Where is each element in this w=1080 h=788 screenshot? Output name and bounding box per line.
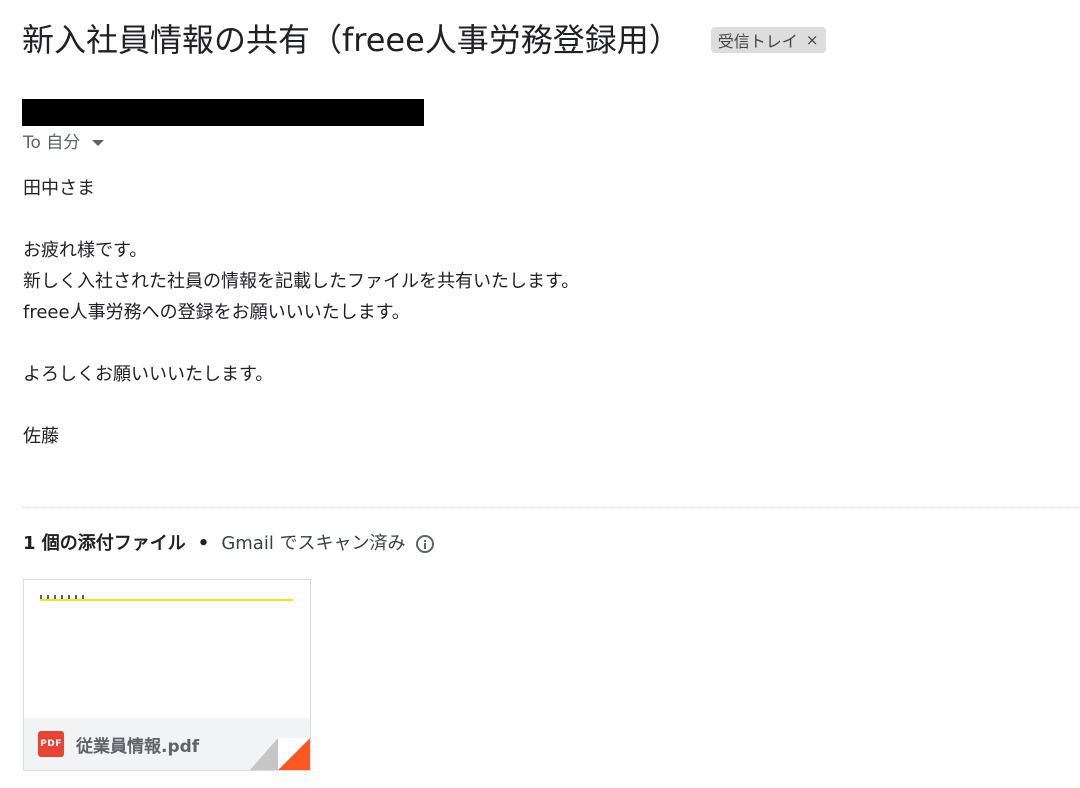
- label-chip-text: 受信トレイ: [717, 32, 798, 51]
- attachments-header: 1 個の添付ファイル • Gmail でスキャン済み: [23, 530, 434, 558]
- attachment-count: 1 個の添付ファイル: [23, 533, 186, 554]
- body-line: [23, 328, 579, 359]
- recipient-text: To 自分: [23, 133, 81, 153]
- email-body: 田中さま お疲れ様です。 新しく入社された社員の情報を記載したファイルを共有いた…: [23, 173, 579, 452]
- body-line: [23, 390, 579, 421]
- body-line: 新しく入社された社員の情報を記載したファイルを共有いたします。: [23, 271, 580, 292]
- body-line: お疲れ様です。: [23, 240, 148, 261]
- attachment-filename: 従業員情報.pdf: [76, 736, 200, 757]
- pdf-file-icon: PDF: [38, 731, 64, 757]
- info-icon[interactable]: [415, 535, 434, 553]
- caret-down-icon: [92, 140, 105, 146]
- body-line: 田中さま: [23, 178, 95, 199]
- email-view: 新入社員情報の共有（freee人事労務登録用） 受信トレイ × To 自分 田中…: [0, 0, 1080, 788]
- body-line: freee人事労務への登録をお願いいいたします。: [23, 302, 410, 323]
- separator-dot: •: [197, 533, 210, 554]
- subject-row: 新入社員情報の共有（freee人事労務登録用） 受信トレイ ×: [22, 16, 827, 64]
- body-line: よろしくお願いいいたします。: [23, 364, 274, 385]
- corner-fold-icon: [248, 738, 310, 770]
- inbox-label-chip[interactable]: 受信トレイ ×: [710, 27, 827, 53]
- email-subject: 新入社員情報の共有（freee人事労務登録用）: [22, 21, 681, 59]
- remove-label-icon[interactable]: ×: [806, 31, 819, 49]
- scan-status: Gmail でスキャン済み: [221, 533, 406, 554]
- body-line: [23, 204, 579, 235]
- attachments-divider: [22, 507, 1080, 508]
- attachment-preview: [24, 580, 310, 718]
- preview-highlight-line: [40, 599, 293, 601]
- attachment-card[interactable]: PDF 従業員情報.pdf: [23, 579, 311, 771]
- body-line: 佐藤: [23, 426, 59, 447]
- redacted-sender: [22, 99, 424, 126]
- recipient-details-toggle[interactable]: To 自分: [23, 131, 105, 155]
